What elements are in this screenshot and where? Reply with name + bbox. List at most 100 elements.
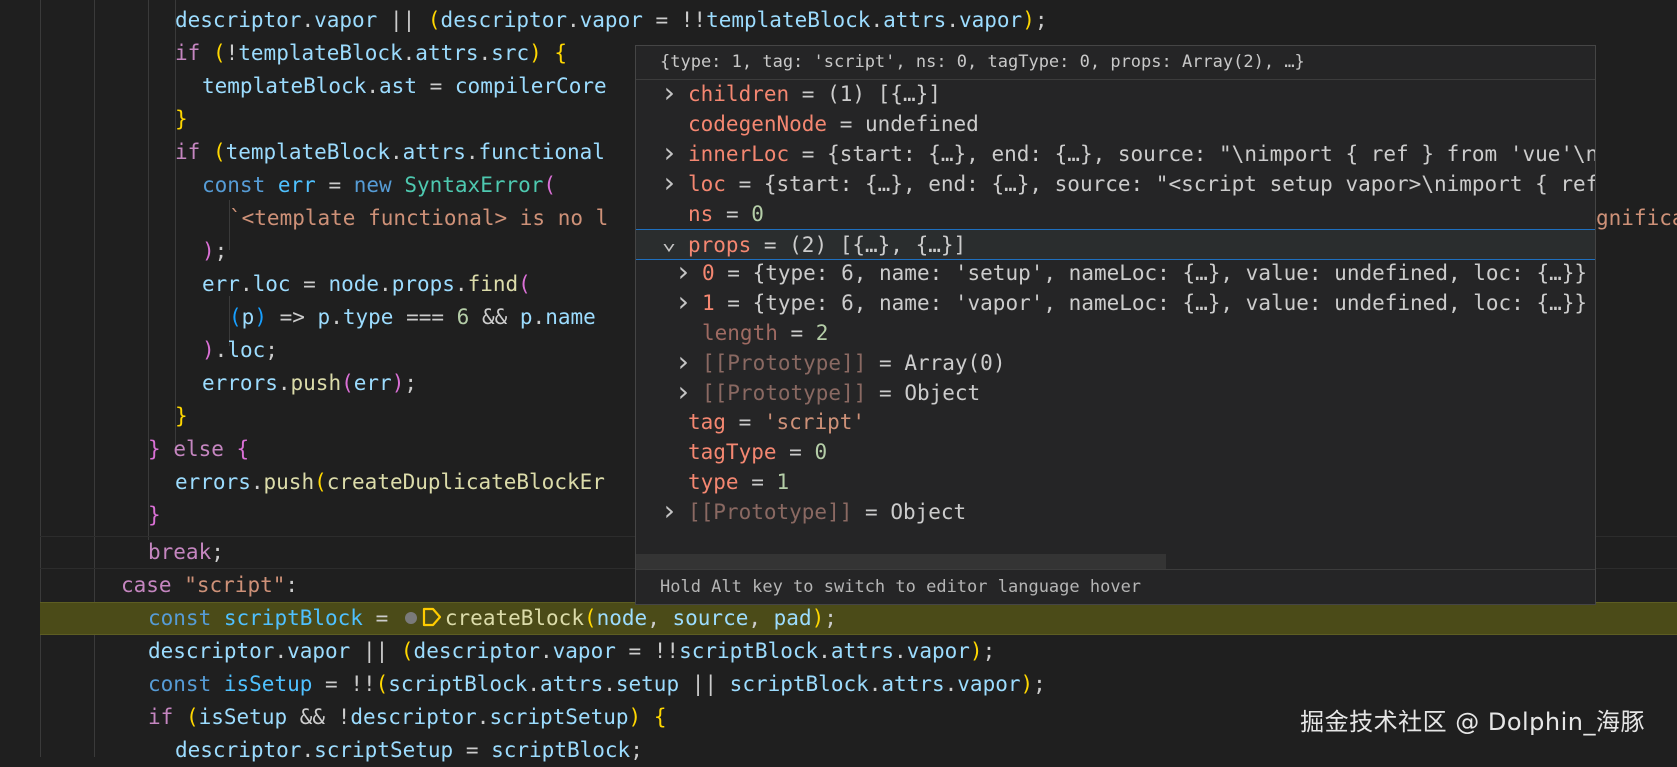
code-token: push <box>263 470 315 494</box>
code-line: ).loc; <box>202 334 278 367</box>
equals-sign: = <box>777 321 816 345</box>
chevron-right-icon[interactable]: › <box>660 497 678 528</box>
code-token: } <box>148 437 161 461</box>
variable-row[interactable]: codegenNode = undefined <box>636 109 1595 140</box>
code-token: errors <box>202 371 278 395</box>
variable-value: Array(0) <box>904 351 1006 375</box>
code-token: attrs <box>883 8 947 32</box>
equals-sign: = <box>789 82 828 106</box>
code-token: , <box>647 606 673 630</box>
code-token: scriptBlock <box>679 639 819 663</box>
code-line: const isSetup = !!(scriptBlock.attrs.set… <box>148 668 1046 701</box>
variable-row[interactable]: › 1 = {type: 6, name: 'vapor', nameLoc: {… <box>636 288 1595 319</box>
equals-sign: = <box>866 381 905 405</box>
code-token: . <box>527 672 540 696</box>
variable-row[interactable]: length = 2 <box>636 318 1595 349</box>
code-line: const err = new SyntaxError( <box>202 169 556 202</box>
code-token: && ! <box>287 705 351 729</box>
variable-row[interactable]: › children = (1) [{…}] <box>636 79 1595 110</box>
code-token: . <box>389 140 403 164</box>
code-overflow-text: gnifica <box>1596 206 1677 230</box>
code-token: "script" <box>184 573 286 597</box>
debug-hover-widget[interactable]: {type: 1, tag: 'script', ns: 0, tagType:… <box>635 45 1596 605</box>
equals-sign: = <box>725 172 764 196</box>
code-line: errors.push(err); <box>202 367 417 400</box>
variable-name: 0 <box>702 261 715 285</box>
code-line: const scriptBlock = createBlock(node, so… <box>148 602 837 635</box>
equals-sign: = <box>866 351 905 375</box>
code-token: src <box>491 41 530 65</box>
code-token: loc <box>227 338 266 362</box>
code-token: scriptBlock <box>729 672 869 696</box>
chevron-right-icon[interactable]: › <box>674 378 692 409</box>
code-token: isSetup <box>198 705 288 729</box>
code-token: attrs <box>415 41 479 65</box>
code-token: descriptor <box>413 639 540 663</box>
variable-row[interactable]: type = 1 <box>636 467 1595 498</box>
code-line: case "script": <box>121 569 298 602</box>
variable-value: 2 <box>815 321 829 345</box>
variable-value: Object <box>890 500 967 524</box>
code-token: ; <box>1034 8 1048 32</box>
variable-row[interactable]: › innerLoc = {start: {…}, end: {…}, sourc… <box>636 139 1595 170</box>
code-token: ( <box>583 606 597 630</box>
code-token: descriptor <box>440 8 567 32</box>
code-token: . <box>478 41 492 65</box>
code-token: . <box>301 738 315 762</box>
variable-row[interactable]: tagType = 0 <box>636 437 1595 468</box>
variable-row[interactable]: › 0 = {type: 6, name: 'setup', nameLoc: {… <box>636 258 1595 289</box>
variable-row[interactable]: ns = 0 <box>636 199 1595 230</box>
code-token: scriptSetup <box>314 738 454 762</box>
horizontal-scrollbar[interactable] <box>636 554 1166 570</box>
variable-row[interactable]: › [[Prototype]] = Object <box>636 378 1595 409</box>
code-token: if <box>175 140 201 164</box>
indent-guide <box>94 0 95 757</box>
equals-sign: = <box>725 410 764 434</box>
variable-value: 'script' <box>763 410 866 434</box>
code-token: . <box>366 74 380 98</box>
variable-row[interactable]: › [[Prototype]] = Object <box>636 497 1595 528</box>
code-token: ( <box>543 173 557 197</box>
code-line: templateBlock.ast = compilerCore <box>202 70 607 103</box>
code-token: || <box>350 639 401 663</box>
code-token: . <box>603 672 616 696</box>
code-token: = <box>416 74 455 98</box>
code-token: node <box>596 606 648 630</box>
chevron-right-icon[interactable]: › <box>660 79 678 110</box>
code-token: templateBlock <box>238 41 403 65</box>
code-token: ; <box>211 540 224 564</box>
code-token: === <box>393 305 457 329</box>
variable-text: [[Prototype]] = Object <box>702 378 980 409</box>
code-token: ; <box>1033 672 1046 696</box>
variable-value: {type: 6, name: 'vapor', nameLoc: {…}, v… <box>752 291 1588 315</box>
variable-row[interactable]: tag = 'script' <box>636 407 1595 438</box>
code-token: break <box>148 540 212 564</box>
variable-value: 0 <box>751 202 764 226</box>
code-token: scriptBlock <box>223 606 363 630</box>
variable-row[interactable]: ⌄ props = (2) [{…}, {…}] <box>636 229 1595 261</box>
code-token: ) <box>1020 672 1034 696</box>
code-token: if <box>175 41 201 65</box>
code-token: ) <box>202 338 215 362</box>
code-line: } else { <box>148 433 249 466</box>
variable-name: length <box>702 321 778 345</box>
code-token: ) <box>811 606 825 630</box>
execution-pointer-icon[interactable] <box>421 606 443 628</box>
variable-text: props = (2) [{…}, {…}] <box>688 230 966 261</box>
code-token: SyntaxError <box>404 173 544 197</box>
variable-name: [[Prototype]] <box>702 351 867 375</box>
breakpoint-dot-icon[interactable] <box>404 611 417 624</box>
variable-row[interactable]: › loc = {start: {…}, end: {…}, source: "<… <box>636 169 1595 200</box>
code-token: } <box>148 503 161 527</box>
code-token: . <box>894 639 907 663</box>
variable-row[interactable]: › [[Prototype]] = Array(0) <box>636 348 1595 379</box>
equals-sign: = <box>776 440 815 464</box>
code-token: . <box>539 639 553 663</box>
code-token: props <box>391 272 455 296</box>
chevron-right-icon[interactable]: › <box>660 169 678 200</box>
code-token: ; <box>404 371 417 395</box>
chevron-right-icon[interactable]: › <box>674 288 692 319</box>
